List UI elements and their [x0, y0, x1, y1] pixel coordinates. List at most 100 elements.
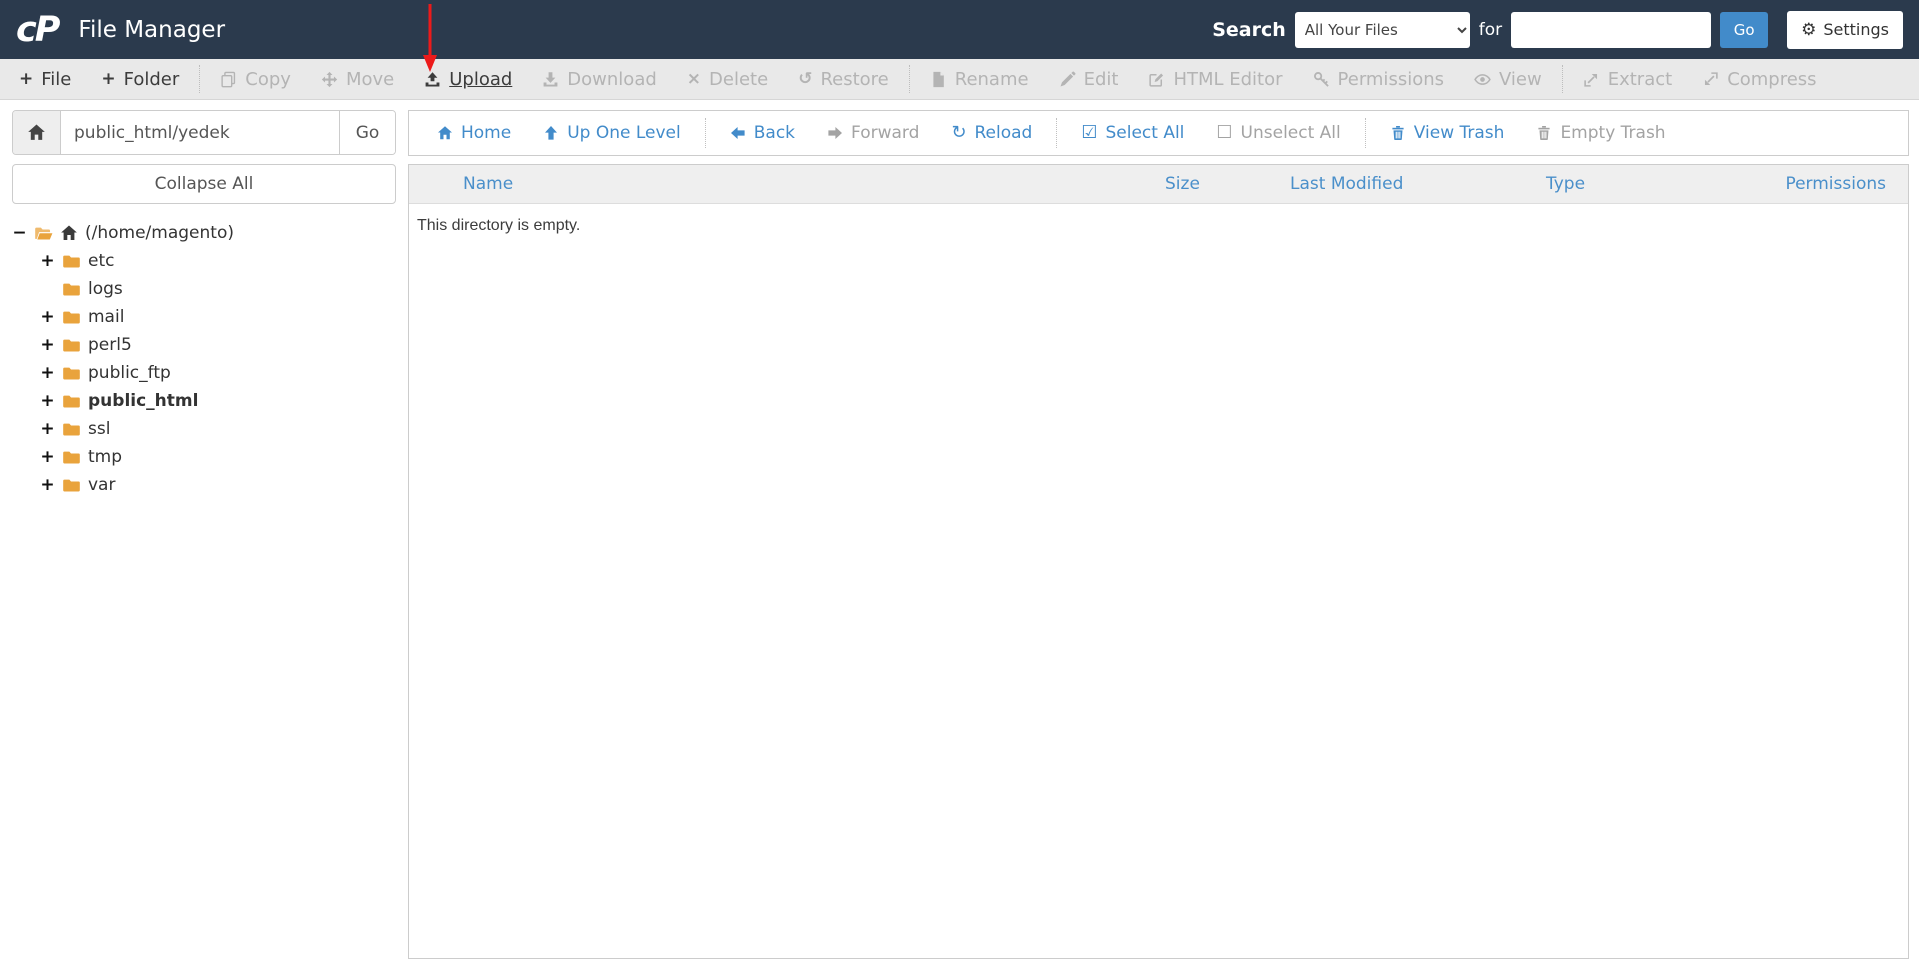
nav-reload-button[interactable]: ↻ Reload [935, 123, 1048, 143]
cpanel-logo[interactable]: cP [16, 10, 58, 50]
rename-button[interactable]: Rename [915, 69, 1044, 90]
nav-up-one-level-button[interactable]: Up One Level [527, 123, 697, 143]
column-header-size[interactable]: Size [1165, 174, 1290, 194]
path-input[interactable] [61, 111, 339, 154]
column-header-type[interactable]: Type [1546, 174, 1768, 194]
search-input[interactable] [1511, 12, 1711, 48]
page-title: File Manager [78, 17, 225, 43]
nav-home-button[interactable]: Home [421, 123, 527, 143]
tree-item-public-html[interactable]: + public_html [12, 387, 396, 415]
path-go-button[interactable]: Go [339, 111, 395, 154]
html-editor-icon [1148, 71, 1165, 88]
trash-icon [1536, 125, 1552, 141]
tree-item-etc[interactable]: + etc [12, 247, 396, 275]
toolbar-separator [199, 65, 200, 93]
file-list-panel: Name Size Last Modified Type Permissions… [408, 164, 1909, 959]
rename-label: Rename [955, 69, 1029, 90]
toolbar-separator [909, 65, 910, 93]
move-icon [321, 71, 338, 88]
folder-label: Folder [124, 69, 180, 90]
nav-empty-trash-button[interactable]: Empty Trash [1520, 123, 1681, 143]
checkbox-checked-icon: ☑ [1081, 124, 1097, 142]
file-label: File [41, 69, 71, 90]
nav-unselect-all-button[interactable]: ☐ Unselect All [1200, 123, 1356, 143]
collapse-minus-icon[interactable]: − [12, 223, 27, 243]
tree-item-label: public_ftp [88, 363, 171, 383]
folder-button[interactable]: + Folder [86, 69, 194, 90]
copy-label: Copy [245, 69, 291, 90]
tree-item-home-root[interactable]: − (/home/magento) [12, 219, 396, 247]
tree-item-mail[interactable]: + mail [12, 303, 396, 331]
folder-icon [62, 476, 81, 495]
restore-label: Restore [820, 69, 888, 90]
move-button[interactable]: Move [306, 69, 409, 90]
restore-icon: ↺ [798, 71, 812, 88]
nav-select-all-label: Select All [1105, 123, 1184, 143]
tree-item-label: etc [88, 251, 114, 271]
nav-view-trash-label: View Trash [1414, 123, 1505, 143]
folder-icon [62, 336, 81, 355]
tree-item-public-ftp[interactable]: + public_ftp [12, 359, 396, 387]
file-button[interactable]: + File [4, 69, 86, 90]
settings-button[interactable]: ⚙ Settings [1787, 11, 1903, 49]
nav-forward-button[interactable]: Forward [811, 123, 935, 143]
tree-item-label: ssl [88, 419, 110, 439]
html-editor-button[interactable]: HTML Editor [1133, 69, 1297, 90]
search-scope-select[interactable]: All Your Files [1295, 12, 1470, 48]
checkbox-empty-icon: ☐ [1216, 124, 1232, 142]
restore-button[interactable]: ↺ Restore [783, 69, 904, 90]
collapse-all-button[interactable]: Collapse All [12, 164, 396, 204]
gear-icon: ⚙ [1801, 20, 1816, 40]
search-go-button[interactable]: Go [1720, 12, 1768, 48]
home-icon [437, 125, 453, 141]
tree-item-label: public_html [88, 391, 198, 411]
expand-plus-icon[interactable]: + [40, 447, 55, 467]
copy-button[interactable]: Copy [205, 69, 306, 90]
permissions-button[interactable]: Permissions [1298, 69, 1459, 90]
nav-view-trash-button[interactable]: View Trash [1374, 123, 1521, 143]
tree-item-logs[interactable]: logs [12, 275, 396, 303]
column-header-permissions[interactable]: Permissions [1768, 174, 1908, 194]
tree-item-label: mail [88, 307, 124, 327]
copy-icon [220, 71, 237, 88]
download-button[interactable]: Download [527, 69, 671, 90]
plus-icon: + [101, 71, 115, 88]
extract-button[interactable]: Extract [1568, 69, 1687, 90]
expand-plus-icon[interactable]: + [40, 335, 55, 355]
expand-plus-icon[interactable]: + [40, 391, 55, 411]
nav-separator [1365, 118, 1366, 148]
arrow-up-icon [543, 125, 559, 141]
tree-item-label: (/home/magento) [85, 223, 234, 243]
compress-button[interactable]: Compress [1687, 69, 1831, 90]
nav-back-button[interactable]: Back [714, 123, 811, 143]
folder-icon [62, 448, 81, 467]
tree-item-ssl[interactable]: + ssl [12, 415, 396, 443]
action-toolbar: + File + Folder Copy Move Upload Downloa… [0, 59, 1919, 100]
home-icon [60, 224, 78, 242]
home-path-button[interactable] [13, 111, 61, 154]
tree-item-tmp[interactable]: + tmp [12, 443, 396, 471]
column-header-last-modified[interactable]: Last Modified [1290, 174, 1546, 194]
settings-label: Settings [1823, 20, 1889, 39]
nav-select-all-button[interactable]: ☑ Select All [1065, 123, 1200, 143]
nav-empty-trash-label: Empty Trash [1560, 123, 1665, 143]
edit-button[interactable]: Edit [1044, 69, 1134, 90]
trash-icon [1390, 125, 1406, 141]
expand-plus-icon[interactable]: + [40, 419, 55, 439]
nav-reload-label: Reload [974, 123, 1032, 143]
nav-home-label: Home [461, 123, 511, 143]
navigation-toolbar: Home Up One Level Back Forward ↻ Reload … [408, 110, 1909, 156]
move-label: Move [346, 69, 394, 90]
expand-plus-icon[interactable]: + [40, 307, 55, 327]
upload-button[interactable]: Upload [409, 69, 527, 90]
nav-separator [1056, 118, 1057, 148]
column-header-name[interactable]: Name [409, 174, 1165, 194]
expand-plus-icon[interactable]: + [40, 251, 55, 271]
expand-plus-icon[interactable]: + [40, 475, 55, 495]
tree-item-var[interactable]: + var [12, 471, 396, 499]
expand-plus-icon[interactable]: + [40, 363, 55, 383]
delete-button[interactable]: × Delete [672, 69, 783, 90]
view-button[interactable]: View [1459, 69, 1557, 90]
tree-item-perl5[interactable]: + perl5 [12, 331, 396, 359]
home-icon [27, 123, 46, 142]
